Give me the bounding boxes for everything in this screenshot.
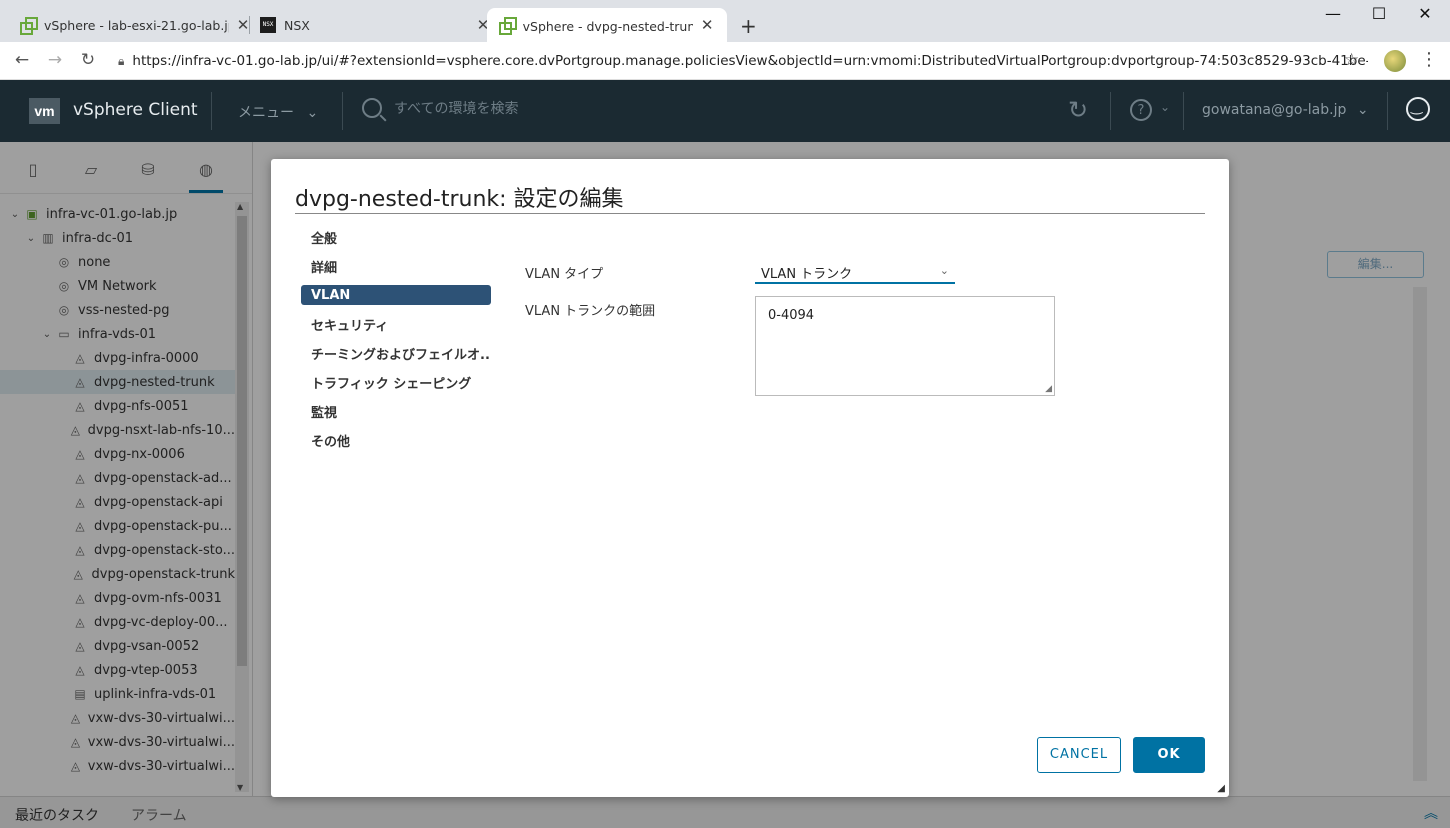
browser-tab-2[interactable]: NSX NSX ✕ [248,8,503,42]
vsphere-icon [20,17,38,35]
nav-item-vlan[interactable]: VLAN [301,285,491,305]
resize-handle-icon[interactable]: ◢ [1045,384,1052,394]
chevron-down-icon: ⌄ [306,105,319,121]
lock-icon: 🔒︎ [118,53,125,68]
nav-item-monitoring[interactable]: 監視 [301,397,491,426]
search-icon [362,98,382,118]
dialog-resize-icon[interactable]: ◢ [1217,783,1225,794]
bookmark-star-icon[interactable]: ☆ [1344,50,1359,70]
tab-title: vSphere - dvpg-nested-trunk - ポ [522,18,694,34]
help-icon[interactable]: ? [1130,99,1152,121]
chevron-down-icon: ⌄ [939,264,949,277]
browser-tab-3[interactable]: vSphere - dvpg-nested-trunk - ポ ✕ [487,8,727,42]
window-close-icon[interactable]: ✕ [1402,4,1448,23]
menu-label: メニュー [238,105,294,121]
vlan-trunk-range-value: 0-4094 [768,308,815,323]
nav-item-traffic-shaping[interactable]: トラフィック シェーピング [301,368,491,397]
dialog-nav: 全般 詳細 VLAN セキュリティ チーミングおよびフェイルオ... トラフィッ… [301,223,491,455]
vlan-trunk-range-field[interactable]: 0-4094 ◢ [755,296,1055,396]
app-title: vSphere Client [73,100,198,120]
nav-item-security[interactable]: セキュリティ [301,310,491,339]
minimize-icon[interactable]: — [1310,4,1356,23]
divider [1387,92,1388,130]
chevron-down-icon: ⌄ [1356,102,1369,118]
vm-logo: vm [29,98,60,124]
chevron-down-icon[interactable]: ⌄ [1160,100,1170,114]
url-field[interactable]: 🔒︎ https://infra-vc-01.go-lab.jp/ui/#?ex… [118,47,1368,75]
search-placeholder: すべての環境を検索 [394,101,519,117]
ok-button[interactable]: OK [1133,737,1205,773]
browser-tab-strip: vSphere - lab-esxi-21.go-lab.jp - ✕ NSX … [0,0,1450,42]
nav-item-miscellaneous[interactable]: その他 [301,426,491,455]
global-search[interactable]: すべての環境を検索 [362,98,518,118]
browser-menu-icon[interactable]: ⋮ [1420,49,1438,70]
browser-tab-1[interactable]: vSphere - lab-esxi-21.go-lab.jp - ✕ [8,8,263,42]
back-icon[interactable]: ← [10,50,34,70]
address-bar: ← → ↻ 🔒︎ https://infra-vc-01.go-lab.jp/u… [0,42,1450,80]
vlan-trunk-range-label: VLAN トランクの範囲 [525,304,656,319]
divider [211,92,212,130]
nav-item-teaming-failover[interactable]: チーミングおよびフェイルオ... [301,339,491,368]
edit-settings-dialog: dvpg-nested-trunk: 設定の編集 全般 詳細 VLAN セキュリ… [271,159,1229,797]
vlan-type-value: VLAN トランク [761,267,853,282]
url-text: https://infra-vc-01.go-lab.jp/ui/#?exten… [132,53,1368,69]
maximize-icon[interactable]: ☐ [1356,4,1402,23]
vsphere-icon [499,17,517,35]
divider [1183,92,1184,130]
user-menu[interactable]: gowatana@go-lab.jp ⌄ [1202,102,1369,118]
menu-dropdown[interactable]: メニュー ⌄ [238,102,318,122]
vlan-type-label: VLAN タイプ [525,267,604,282]
nav-item-advanced[interactable]: 詳細 [301,252,491,281]
vsphere-header: vm vSphere Client メニュー ⌄ すべての環境を検索 ↻ ? ⌄… [0,80,1450,142]
cancel-button[interactable]: CANCEL [1037,737,1121,773]
dialog-title: dvpg-nested-trunk: 設定の編集 [295,187,624,212]
divider [295,213,1205,214]
tab-title: NSX [284,17,310,33]
refresh-icon[interactable]: ↻ [1068,96,1088,124]
new-tab-icon[interactable]: + [740,14,757,38]
divider [342,92,343,130]
vlan-type-select[interactable]: VLAN トランク ⌄ [755,260,955,284]
divider [1110,92,1111,130]
close-icon[interactable]: ✕ [699,16,715,34]
reload-icon[interactable]: ↻ [76,50,100,70]
tab-title: vSphere - lab-esxi-21.go-lab.jp - [44,17,229,33]
nsx-icon: NSX [260,17,276,33]
nav-item-general[interactable]: 全般 [301,223,491,252]
feedback-smiley-icon[interactable] [1406,97,1430,121]
user-name: gowatana@go-lab.jp [1202,102,1347,118]
forward-icon[interactable]: → [43,50,67,70]
profile-avatar[interactable] [1384,50,1406,72]
